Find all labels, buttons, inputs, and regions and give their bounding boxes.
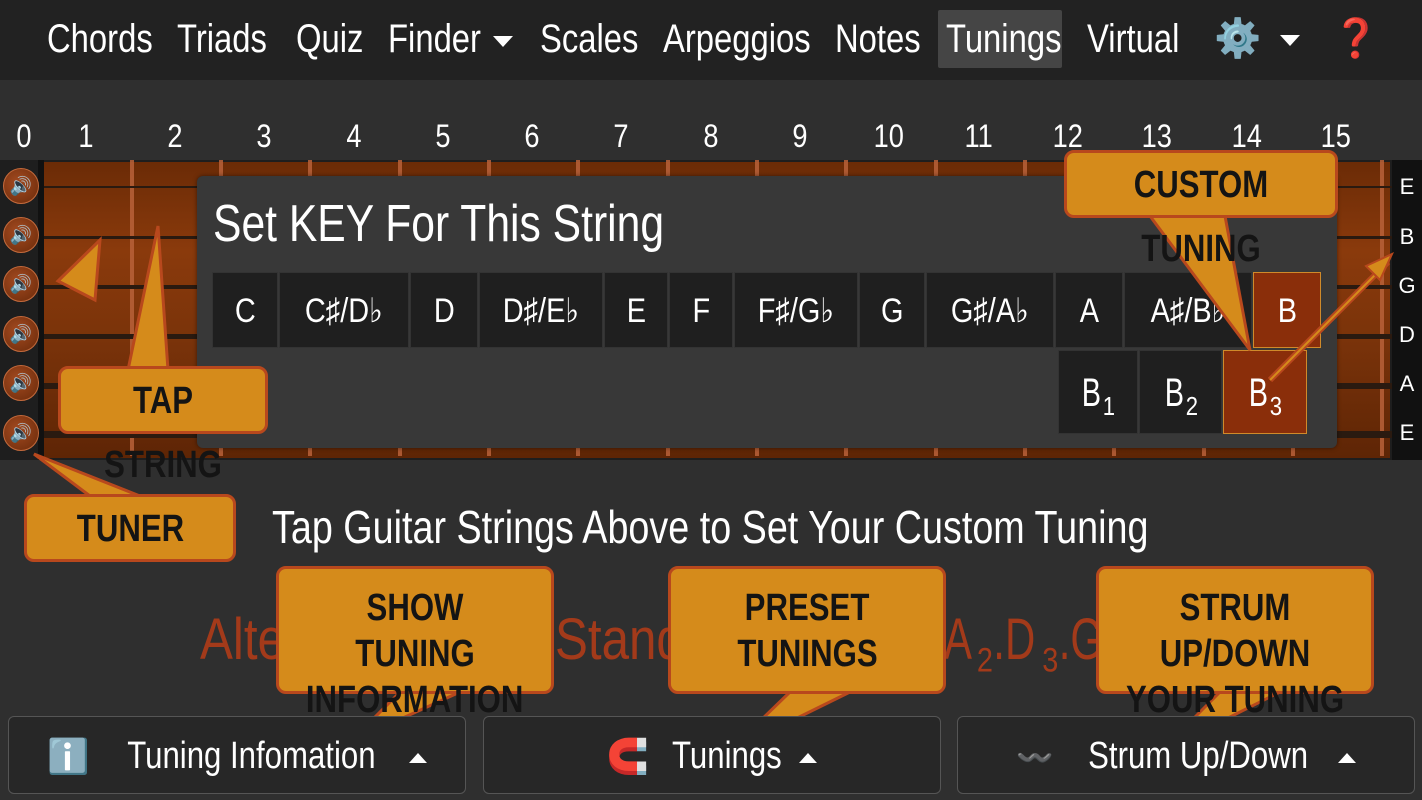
callout-preset-tunings: PRESET TUNINGS [668,566,946,694]
callout-show-tuning-info: SHOW TUNING INFORMATION [276,566,554,721]
callout-tap-string: TAP STRING [58,366,268,486]
chevron-up-icon [799,752,818,763]
callout-custom-tuning: CUSTOM TUNING [1064,150,1338,270]
custom-tuning-arrow-core [1269,265,1385,381]
tap-string-tail [126,225,170,372]
tuning-information-button[interactable]: ℹ️ Tuning Infomation [8,716,466,794]
chevron-up-icon [408,752,427,763]
instruction-text: Tap Guitar Strings Above to Set Your Cus… [272,501,1149,553]
tunings-button[interactable]: 🧲 Tunings [483,716,941,794]
chevron-up-icon [1338,752,1357,763]
tap-string-pointer [55,236,102,303]
callout-tuner: TUNER [24,494,236,562]
wavy-line-icon: 〰️ [1015,742,1054,775]
callout-strum: STRUM UP/DOWN YOUR TUNING [1096,566,1374,721]
magnet-icon: 🧲 [606,738,649,776]
strum-up-down-button[interactable]: 〰️ Strum Up/Down [957,716,1415,794]
info-icon: ℹ️ [47,738,90,776]
